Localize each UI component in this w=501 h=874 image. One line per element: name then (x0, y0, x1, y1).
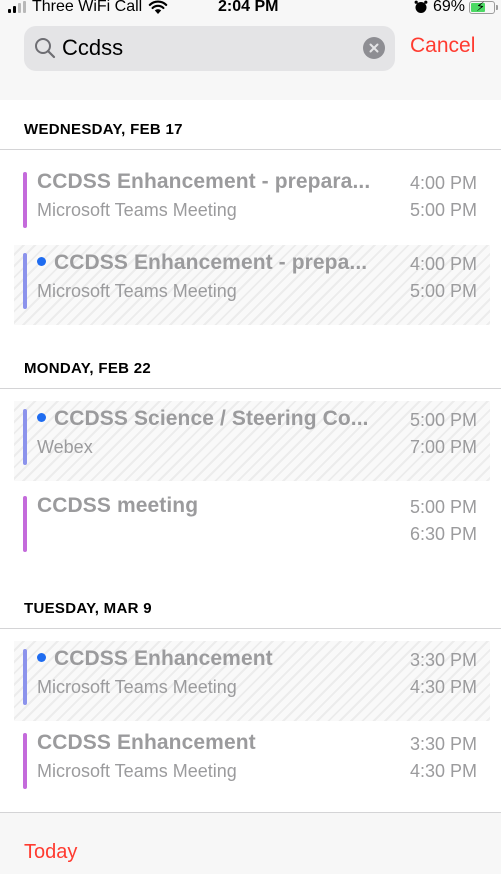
event-title: CCDSS Enhancement (37, 647, 397, 671)
section-header: WEDNESDAY, FEB 17 (0, 109, 501, 149)
alarm-icon (414, 0, 428, 13)
invitation-dot-icon (37, 412, 46, 422)
event-start-time: 5:00 PM (409, 410, 477, 430)
event-start-time: 3:30 PM (409, 650, 477, 670)
today-button[interactable]: Today (24, 841, 77, 864)
event-title: CCDSS meeting (37, 494, 199, 517)
charging-icon: ⚡ (476, 0, 486, 14)
section-date: WEDNESDAY, FEB 17 (24, 121, 183, 138)
calendar-color-bar (23, 649, 27, 705)
section-header: TUESDAY, MAR 9 (0, 588, 501, 628)
event-row[interactable]: CCDSS Enhancement Microsoft Teams Meetin… (14, 641, 490, 721)
event-end-time: 4:30 PM (409, 761, 477, 781)
event-end-time: 6:30 PM (409, 524, 477, 544)
battery-icon: ⚡ (469, 0, 498, 14)
event-start-time: 4:00 PM (409, 173, 477, 193)
event-title: CCDSS Enhancement - prepa... (37, 251, 397, 275)
section-date: MONDAY, FEB 22 (24, 360, 152, 377)
search-input[interactable] (62, 33, 362, 63)
divider (0, 149, 501, 150)
section-date: TUESDAY, MAR 9 (24, 600, 152, 617)
event-location: Microsoft Teams Meeting (37, 677, 237, 697)
divider (0, 388, 501, 389)
invitation-dot-icon (37, 256, 46, 266)
event-start-time: 5:00 PM (409, 497, 477, 517)
event-row[interactable]: CCDSS Science / Steering Co... Webex 5:0… (14, 401, 490, 481)
event-location: Webex (37, 437, 93, 457)
calendar-color-bar (23, 172, 27, 228)
event-row[interactable]: CCDSS Enhancement - prepa... Microsoft T… (14, 245, 490, 325)
calendar-color-bar (23, 496, 27, 552)
divider (0, 628, 501, 629)
battery-percent: 69% (432, 0, 465, 15)
event-row[interactable]: CCDSS meeting 5:00 PM 6:30 PM (14, 488, 490, 568)
event-start-time: 3:30 PM (409, 734, 477, 754)
event-location: Microsoft Teams Meeting (37, 281, 237, 301)
status-bar: Three WiFi Call 2:04 PM 69% ⚡ (0, 0, 501, 22)
search-field[interactable] (24, 26, 395, 71)
top-bar: Three WiFi Call 2:04 PM 69% ⚡ Ccdss Canc… (0, 0, 501, 100)
signal-icon (8, 1, 26, 13)
event-end-time: 4:30 PM (409, 677, 477, 697)
event-location: Microsoft Teams Meeting (37, 200, 237, 220)
event-start-time: 4:00 PM (409, 254, 477, 274)
event-title: CCDSS Enhancement - prepara... (37, 170, 371, 193)
event-title: CCDSS Science / Steering Co... (37, 407, 397, 431)
event-row[interactable]: CCDSS Enhancement Microsoft Teams Meetin… (14, 725, 490, 805)
event-row[interactable]: CCDSS Enhancement - prepara... Microsoft… (14, 164, 490, 244)
clear-icon (369, 43, 379, 53)
search-icon (35, 38, 56, 59)
event-location: Microsoft Teams Meeting (37, 761, 237, 781)
status-right: 69% ⚡ (414, 0, 498, 16)
event-end-time: 7:00 PM (409, 437, 477, 457)
invitation-dot-icon (37, 652, 46, 662)
calendar-color-bar (23, 409, 27, 465)
wifi-icon (148, 0, 168, 14)
calendar-color-bar (23, 733, 27, 789)
clear-search-button[interactable] (363, 37, 385, 59)
event-end-time: 5:00 PM (409, 200, 477, 220)
status-time: 2:04 PM (218, 0, 279, 15)
calendar-color-bar (23, 253, 27, 309)
bottom-toolbar: Today (0, 812, 501, 874)
section-header: MONDAY, FEB 22 (0, 348, 501, 388)
carrier-name: Three WiFi Call (32, 0, 143, 15)
cancel-button[interactable]: Cancel (410, 34, 475, 58)
event-end-time: 5:00 PM (409, 281, 477, 301)
event-title: CCDSS Enhancement (37, 731, 256, 754)
status-left: Three WiFi Call (8, 0, 168, 16)
